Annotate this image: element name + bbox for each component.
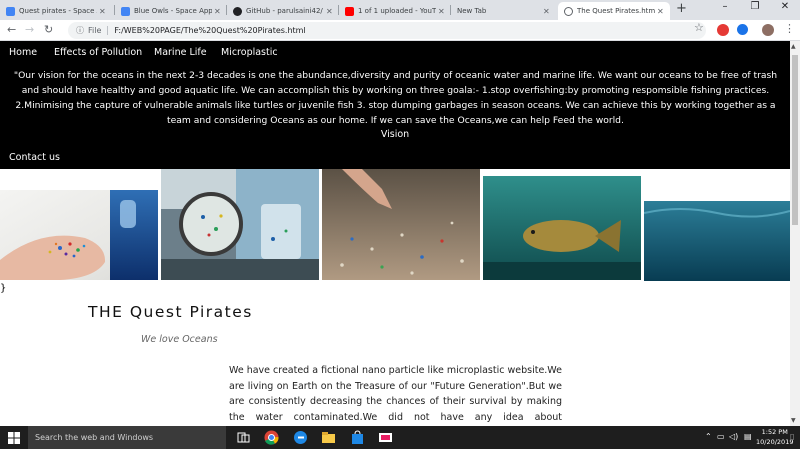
tab-label: Quest pirates - Space A <box>19 7 97 15</box>
scheme-label: File <box>88 26 109 35</box>
tab-strip: Quest pirates - Space A ✕ Blue Owls - Sp… <box>0 0 800 20</box>
adblock-extension-icon[interactable] <box>717 24 729 36</box>
extension-icon[interactable] <box>737 24 748 35</box>
tab-label: 1 of 1 uploaded - YouT <box>358 7 436 15</box>
taskbar: Search the web and Windows ⌃ ▭ ◁) ▤ 1:52… <box>0 426 800 449</box>
avatar[interactable] <box>762 24 774 36</box>
taskbar-search-box[interactable]: Search the web and Windows <box>28 426 226 449</box>
tab-label: Blue Owls - Space Appl <box>134 7 212 15</box>
system-clock[interactable]: 1:52 PM 10/20/2019 <box>756 427 793 447</box>
microplastics-sand-hand-image <box>322 169 480 280</box>
page-viewport: Home Effects of Pollution Marine Life Mi… <box>0 41 790 426</box>
file-explorer-icon[interactable] <box>321 430 336 445</box>
tab-label: New Tab <box>457 7 487 15</box>
tab-favicon-icon <box>121 6 130 16</box>
bookmark-star-icon[interactable]: ☆ <box>694 21 704 34</box>
page-scrollbar[interactable]: ▲ ▼ <box>790 41 800 426</box>
close-icon[interactable]: ✕ <box>326 7 333 16</box>
menu-dots-icon[interactable]: ⋮ <box>784 22 795 35</box>
vision-heading: Vision <box>380 129 410 140</box>
scroll-up-arrow-icon[interactable]: ▲ <box>791 43 796 50</box>
underwater-ocean-image <box>644 201 790 281</box>
chrome-icon[interactable] <box>264 430 279 445</box>
page-header: Home Effects of Pollution Marine Life Mi… <box>0 41 790 169</box>
browser-toolbar: ← → ↻ ⓘ File F:/WEB%20PAGE/The%20Quest%2… <box>0 20 800 41</box>
tab-favicon-icon <box>6 6 15 16</box>
network-icon[interactable]: ▭ <box>717 432 725 441</box>
url-text[interactable]: F:/WEB%20PAGE/The%20Quest%20Pirates.html <box>114 26 305 35</box>
volume-icon[interactable]: ◁) <box>729 432 738 441</box>
grouper-fish-image <box>483 176 641 280</box>
youtube-icon <box>345 6 354 16</box>
minimize-icon[interactable]: – <box>710 1 740 12</box>
window-close-icon[interactable]: ✕ <box>770 1 800 12</box>
nav-home-link[interactable]: Home <box>9 47 37 58</box>
tab-quest-pirates-space[interactable]: Quest pirates - Space A ✕ <box>0 2 113 20</box>
vision-statement: "Our vision for the oceans in the next 2… <box>13 70 778 126</box>
github-icon <box>233 6 242 16</box>
edge-icon[interactable] <box>293 430 308 445</box>
tab-youtube[interactable]: 1 of 1 uploaded - YouT ✕ <box>339 2 449 20</box>
notification-icon[interactable]: ▤ <box>744 432 752 441</box>
restore-icon[interactable]: ❐ <box>740 1 770 12</box>
new-tab-plus-icon[interactable]: + <box>676 1 687 16</box>
microplastics-petri-dish-image <box>161 169 319 280</box>
task-view-icon[interactable] <box>236 430 251 445</box>
close-icon[interactable]: ✕ <box>99 7 106 16</box>
clock-date: 10/20/2019 <box>756 438 794 446</box>
tab-new-tab[interactable]: New Tab ✕ <box>451 2 557 20</box>
clock-time: 1:52 PM <box>761 428 788 436</box>
page-subtitle: We love Oceans <box>141 334 218 345</box>
forward-arrow-icon[interactable]: → <box>25 23 34 36</box>
image-gallery <box>0 169 790 281</box>
tab-github[interactable]: GitHub - parulsaini42/ ✕ <box>227 2 337 20</box>
tab-quest-pirates-html[interactable]: The Quest Pirates.html ✕ <box>558 2 670 20</box>
nav-microplastic-link[interactable]: Microplastic <box>221 47 278 58</box>
page-title: THE Quest Pirates <box>88 303 253 321</box>
back-arrow-icon[interactable]: ← <box>7 23 16 36</box>
action-center-icon[interactable]: ▯ <box>790 432 794 441</box>
contact-us-link[interactable]: Contact us <box>9 152 60 163</box>
close-icon[interactable]: ✕ <box>214 7 221 16</box>
stray-brace-text: } <box>0 283 7 294</box>
store-icon[interactable] <box>350 430 365 445</box>
close-icon[interactable]: ✕ <box>543 7 550 16</box>
tray-chevron-up-icon[interactable]: ⌃ <box>705 432 712 441</box>
info-icon[interactable]: ⓘ <box>76 25 84 36</box>
media-app-icon[interactable] <box>378 430 393 445</box>
globe-icon <box>564 6 573 16</box>
scroll-down-arrow-icon[interactable]: ▼ <box>791 417 796 424</box>
tab-label: GitHub - parulsaini42/ <box>246 7 323 15</box>
windows-start-icon[interactable] <box>8 432 20 444</box>
address-bar[interactable]: ⓘ File F:/WEB%20PAGE/The%20Quest%20Pirat… <box>68 22 706 39</box>
microplastics-fingertip-image <box>0 190 158 280</box>
nav-marine-life-link[interactable]: Marine Life <box>154 47 207 58</box>
intro-paragraph: We have created a fictional nano particl… <box>229 365 562 423</box>
close-icon[interactable]: ✕ <box>438 7 445 16</box>
taskbar-search-placeholder: Search the web and Windows <box>35 433 154 442</box>
close-icon[interactable]: ✕ <box>657 7 664 16</box>
scrollbar-thumb[interactable] <box>792 55 798 225</box>
nav-effects-of-pollution-link[interactable]: Effects of Pollution <box>54 47 142 58</box>
reload-icon[interactable]: ↻ <box>44 23 53 36</box>
tab-label: The Quest Pirates.html <box>577 7 655 15</box>
tab-blue-owls[interactable]: Blue Owls - Space Appl ✕ <box>115 2 225 20</box>
